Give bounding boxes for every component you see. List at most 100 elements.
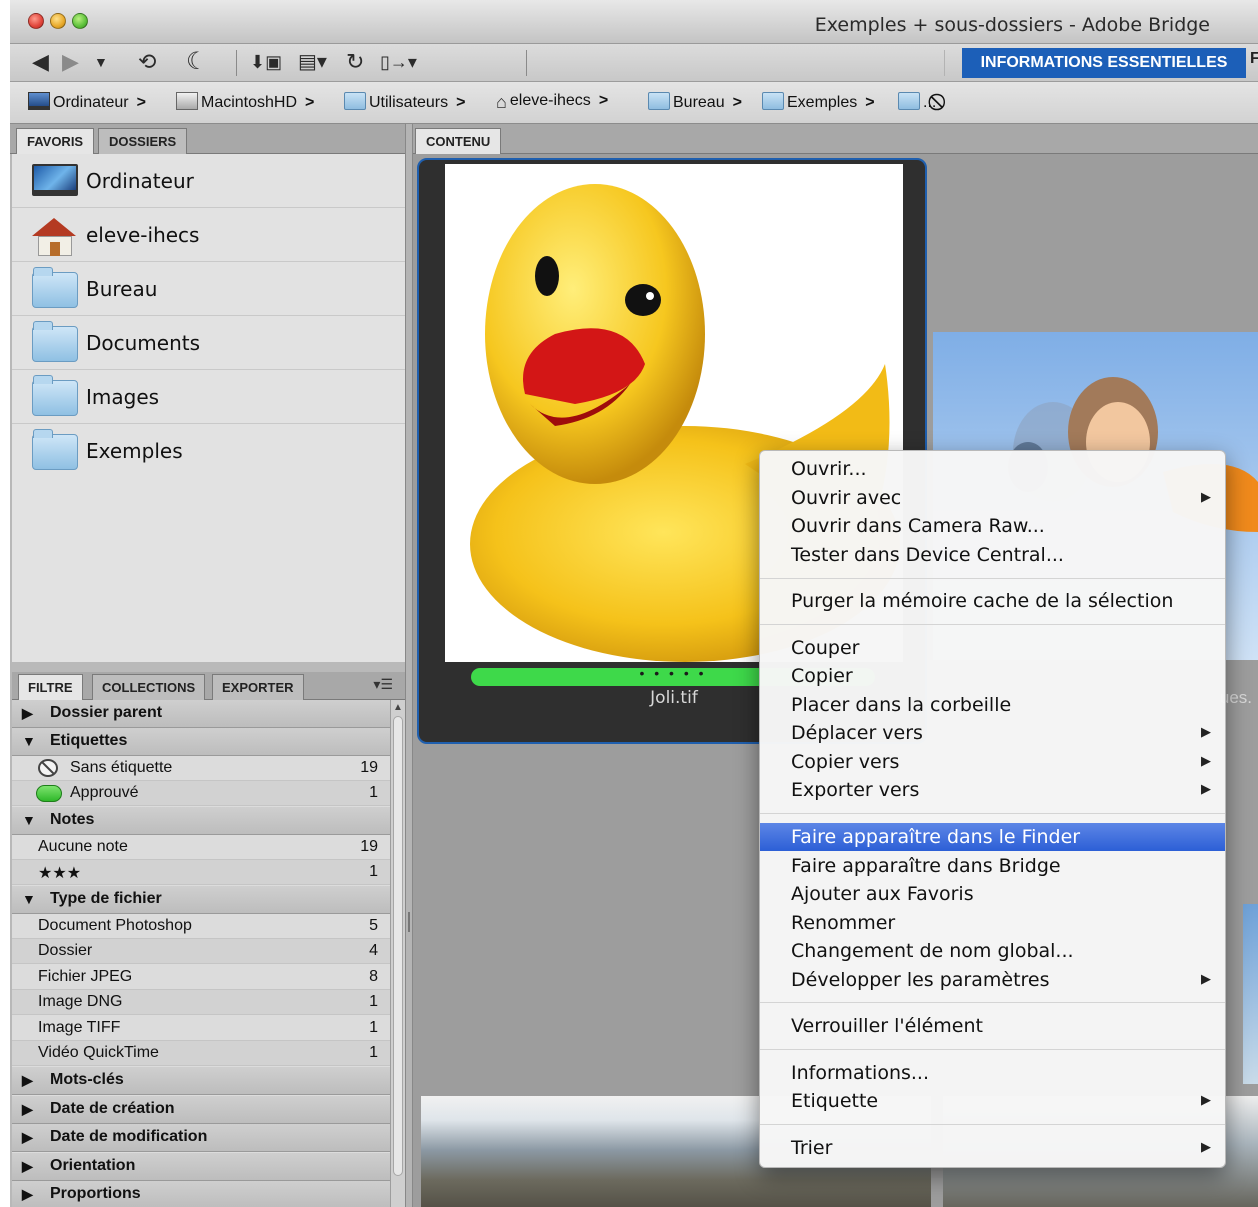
filter-row-approuve[interactable]: Approuvé 1 [12, 781, 390, 806]
menu-item-deplacer-vers[interactable]: Déplacer vers ▶ [760, 719, 1225, 747]
menu-item-purger-cache[interactable]: Purger la mémoire cache de la sélection [760, 587, 1225, 615]
favorite-ordinateur[interactable]: Ordinateur [12, 154, 405, 208]
favorite-label: Documents [86, 331, 201, 355]
favorites-panel: Ordinateur eleve-ihecs Bureau Documents … [12, 154, 405, 662]
workspace-next-button[interactable]: F [1250, 50, 1258, 68]
favorite-exemples[interactable]: Exemples [12, 424, 405, 478]
menu-item-renommer[interactable]: Renommer [760, 909, 1225, 937]
menu-item-copier-vers[interactable]: Copier vers ▶ [760, 748, 1225, 776]
filter-row-video-quicktime[interactable]: Vidéo QuickTime 1 [12, 1041, 390, 1066]
menu-item-ajouter-favoris[interactable]: Ajouter aux Favoris [760, 880, 1225, 908]
menu-item-changement-nom-global[interactable]: Changement de nom global... [760, 937, 1225, 965]
divider-grip-icon[interactable] [408, 912, 410, 932]
panel-divider[interactable] [405, 124, 413, 1207]
filter-row-fichier-jpeg[interactable]: Fichier JPEG 8 [12, 965, 390, 990]
filter-section-notes[interactable]: ▼ Notes [12, 807, 390, 835]
filter-section-orientation[interactable]: ▶ Orientation [12, 1153, 390, 1181]
submenu-arrow-icon: ▶ [1201, 754, 1211, 769]
filter-row-count: 1 [369, 993, 378, 1010]
refine-icon[interactable]: ▤▾ [298, 48, 327, 76]
forward-arrow-icon[interactable]: ▶ [62, 48, 79, 76]
camera-import-icon[interactable]: ⬇▣ [250, 48, 282, 76]
filter-section-mots-cles[interactable]: ▶ Mots-clés [12, 1067, 390, 1095]
thumbnail-sky-edge [1243, 904, 1258, 1084]
scroll-up-arrow-icon[interactable]: ▲ [393, 702, 403, 713]
panel-splitter[interactable] [12, 662, 405, 672]
crumb-utilisateurs[interactable]: Utilisateurs > [344, 92, 465, 112]
filter-row-label: Fichier JPEG [38, 968, 133, 985]
crumb-ordinateur[interactable]: Ordinateur > [28, 92, 146, 112]
close-window-button[interactable] [28, 13, 44, 29]
menu-item-ouvrir[interactable]: Ouvrir... [760, 455, 1225, 483]
favorite-eleve-ihecs[interactable]: eleve-ihecs [12, 208, 405, 262]
zoom-window-button[interactable] [72, 13, 88, 29]
tab-exporter[interactable]: EXPORTER [212, 674, 304, 700]
folder-icon [344, 92, 366, 110]
menu-item-ouvrir-avec[interactable]: Ouvrir avec ▶ [760, 484, 1225, 512]
tab-collections[interactable]: COLLECTIONS [92, 674, 206, 700]
menu-separator [760, 1124, 1225, 1125]
filter-row-aucune-note[interactable]: Aucune note 19 [12, 835, 390, 860]
tab-dossiers[interactable]: DOSSIERS [98, 128, 188, 154]
crumb-macintoshhd[interactable]: MacintoshHD > [176, 92, 314, 112]
panel-menu-icon[interactable]: ▾☰ [373, 676, 393, 693]
favorite-images[interactable]: Images [12, 370, 405, 424]
menu-item-informations[interactable]: Informations... [760, 1059, 1225, 1087]
filter-section-date-creation[interactable]: ▶ Date de création [12, 1096, 390, 1124]
filter-row-count: 1 [369, 784, 378, 801]
filter-row-image-tiff[interactable]: Image TIFF 1 [12, 1016, 390, 1041]
favorite-bureau[interactable]: Bureau [12, 262, 405, 316]
recent-dropdown-icon[interactable]: ▼ [94, 48, 108, 76]
home-icon [32, 218, 76, 236]
minimize-window-button[interactable] [50, 13, 66, 29]
menu-separator [760, 578, 1225, 579]
filter-section-type-fichier[interactable]: ▼ Type de fichier [12, 886, 390, 914]
menu-item-reveal-bridge[interactable]: Faire apparaître dans Bridge [760, 852, 1225, 880]
tab-contenu[interactable]: CONTENU [415, 128, 502, 154]
expand-triangle-icon: ▶ [22, 1101, 33, 1117]
menu-item-label: Couper [791, 637, 860, 659]
menu-item-copier[interactable]: Copier [760, 662, 1225, 690]
menu-item-ouvrir-camera-raw[interactable]: Ouvrir dans Camera Raw... [760, 512, 1225, 540]
crumb-eleve-ihecs[interactable]: ⌂ eleve-ihecs > [496, 92, 608, 113]
crumb-more[interactable]: ...⃠ [898, 92, 940, 112]
menu-item-exporter-vers[interactable]: Exporter vers ▶ [760, 776, 1225, 804]
menu-item-verrouiller[interactable]: Verrouiller l'élément [760, 1012, 1225, 1040]
filter-row-sans-etiquette[interactable]: Sans étiquette 19 [12, 756, 390, 781]
filter-section-etiquettes[interactable]: ▼ Etiquettes [12, 728, 390, 756]
scrollbar-thumb[interactable] [393, 716, 403, 1176]
menu-item-trier[interactable]: Trier ▶ [760, 1134, 1225, 1162]
filter-scrollbar[interactable]: ▲ [390, 700, 405, 1207]
filter-section-dossier-parent[interactable]: ▶ Dossier parent [12, 700, 390, 728]
filter-section-date-modification[interactable]: ▶ Date de modification [12, 1124, 390, 1152]
output-icon[interactable]: ▯→▾ [380, 48, 417, 76]
reveal-recent-icon[interactable]: ⟲ [138, 48, 156, 76]
crumb-exemples[interactable]: Exemples > [762, 92, 875, 112]
tab-filtre[interactable]: FILTRE [18, 674, 83, 700]
filter-row-document-photoshop[interactable]: Document Photoshop 5 [12, 914, 390, 939]
return-icon[interactable]: ☾ [186, 48, 208, 76]
back-arrow-icon[interactable]: ◀ [32, 48, 49, 76]
menu-item-etiquette[interactable]: Etiquette ▶ [760, 1087, 1225, 1115]
menu-item-couper[interactable]: Couper [760, 634, 1225, 662]
filter-row-label: Document Photoshop [38, 917, 192, 934]
menu-item-developper-parametres[interactable]: Développer les paramètres ▶ [760, 966, 1225, 994]
workspace-essentials-button[interactable]: INFORMATIONS ESSENTIELLES [962, 48, 1246, 78]
collapse-triangle-icon: ▼ [22, 733, 36, 749]
menu-item-reveal-finder[interactable]: Faire apparaître dans le Finder [760, 823, 1225, 851]
menu-item-tester-device-central[interactable]: Tester dans Device Central... [760, 541, 1225, 569]
filter-row-three-stars[interactable]: ★★★ 1 [12, 860, 390, 885]
menu-item-corbeille[interactable]: Placer dans la corbeille [760, 691, 1225, 719]
expand-triangle-icon: ▶ [22, 1129, 33, 1145]
workspace-grip[interactable] [944, 50, 945, 76]
menu-item-label: Déplacer vers [791, 722, 923, 744]
rotate-icon[interactable]: ↻ [346, 48, 364, 76]
filter-row-image-dng[interactable]: Image DNG 1 [12, 990, 390, 1015]
tab-favoris[interactable]: FAVORIS [16, 128, 95, 154]
filter-row-dossier[interactable]: Dossier 4 [12, 939, 390, 964]
filter-section-proportions[interactable]: ▶ Proportions [12, 1181, 390, 1207]
favorite-documents[interactable]: Documents [12, 316, 405, 370]
folder-icon [32, 375, 78, 416]
crumb-bureau[interactable]: Bureau > [648, 92, 742, 112]
menu-item-label: Verrouiller l'élément [791, 1015, 983, 1037]
